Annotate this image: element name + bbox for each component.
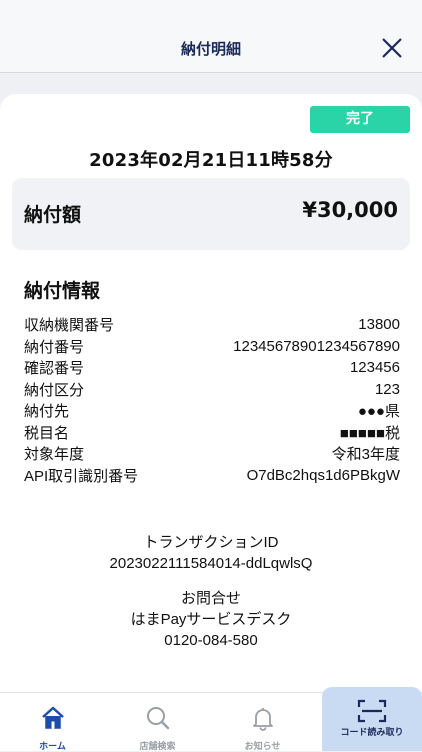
info-value: ●●●県 [357, 403, 400, 421]
info-value: O7dBc2hqs1d6PBkgW [246, 466, 400, 484]
info-label: API取引識別番号 [24, 467, 139, 485]
info-label: 納付番号 [24, 338, 85, 356]
bottom-tab-bar: ホーム 店舗検索 お知らせ コード読み取り [0, 687, 422, 752]
info-label: 確認番号 [24, 360, 85, 378]
page-title: 納付明細 [180, 40, 241, 58]
contact-label: お問合せ [180, 590, 241, 607]
search-icon [145, 705, 171, 735]
info-row-api-transaction-id: API取引識別番号 O7dBc2hqs1d6PBkgW [24, 465, 400, 487]
receipt-card: 完了 2023年02月21日11時58分 納付額 ¥30,000 納付情報 収納… [0, 94, 422, 714]
tab-label: ホーム [39, 742, 66, 752]
tab-label: コード読み取り [340, 728, 404, 738]
info-row-confirmation-number: 確認番号 123456 [24, 357, 400, 379]
tab-code-scan[interactable]: コード読み取り [322, 687, 422, 751]
transaction-id: 2023022111584014-ddLqwlsQ [109, 555, 313, 572]
info-label: 対象年度 [24, 446, 85, 464]
info-label: 納付区分 [24, 381, 85, 399]
info-value: 123 [374, 380, 400, 398]
info-value: 12345678901234567890 [233, 337, 400, 355]
tab-label: 店舗検索 [139, 742, 176, 752]
contact-phone[interactable]: 0120-084-580 [0, 630, 422, 651]
info-section-title: 納付情報 [24, 280, 101, 302]
status-badge: 完了 [310, 106, 410, 133]
payment-datetime: 2023年02月21日11時58分 [89, 150, 333, 171]
contact-name: はまPayサービスデスク [130, 611, 292, 628]
tab-notifications[interactable]: お知らせ [210, 693, 315, 752]
info-row-payment-category: 納付区分 123 [24, 379, 400, 401]
info-label: 納付先 [24, 403, 70, 421]
info-value: 123456 [349, 359, 400, 377]
amount-value: ¥30,000 [302, 198, 398, 222]
tab-label: お知らせ [244, 742, 281, 752]
info-row-tax-name: 税目名 ■■■■■税 [24, 422, 400, 444]
info-label: 収納機関番号 [24, 317, 115, 335]
info-row-payment-number: 納付番号 12345678901234567890 [24, 336, 400, 358]
info-row-agency-number: 収納機関番号 13800 [24, 314, 400, 336]
home-icon [40, 705, 66, 735]
tab-store-search[interactable]: 店舗検索 [105, 693, 210, 752]
transaction-label: トランザクションID [143, 534, 279, 551]
header-bar: 納付明細 [0, 0, 422, 73]
tab-home[interactable]: ホーム [0, 693, 105, 752]
info-label: 税目名 [24, 424, 70, 442]
bell-icon [250, 705, 276, 735]
info-value: ■■■■■税 [339, 424, 400, 442]
close-icon [382, 38, 402, 58]
contact-block: お問合せ はまPayサービスデスク 0120-084-580 [0, 588, 422, 651]
info-row-payee: 納付先 ●●●県 [24, 400, 400, 422]
amount-box: 納付額 ¥30,000 [12, 178, 410, 250]
info-value: 令和3年度 [331, 446, 400, 464]
info-row-fiscal-year: 対象年度 令和3年度 [24, 443, 400, 465]
transaction-block: トランザクションID 2023022111584014-ddLqwlsQ [0, 532, 422, 574]
scan-icon [357, 699, 387, 727]
amount-label: 納付額 [24, 204, 82, 226]
close-button[interactable] [380, 36, 404, 60]
info-value: 13800 [358, 316, 400, 334]
info-list: 収納機関番号 13800 納付番号 12345678901234567890 確… [24, 314, 400, 486]
